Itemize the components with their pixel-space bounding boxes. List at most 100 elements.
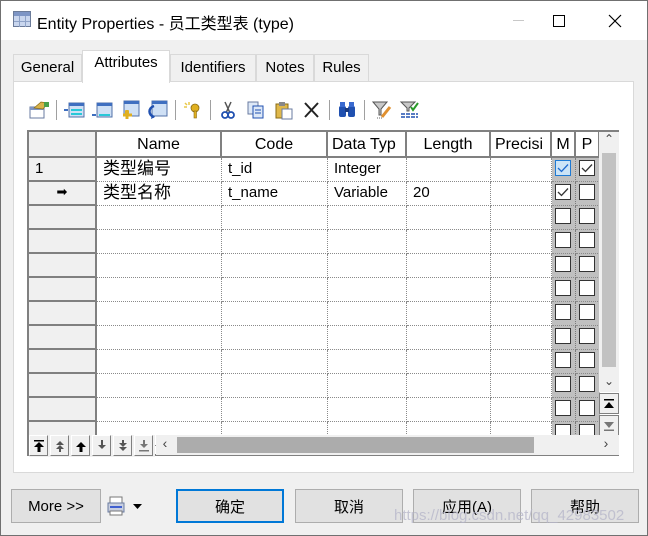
tab-identifiers[interactable]: Identifiers (170, 54, 256, 82)
paste-button[interactable] (272, 98, 296, 122)
move-page-up-button[interactable] (50, 435, 69, 456)
maximize-button[interactable] (536, 1, 582, 40)
table-row[interactable] (29, 206, 600, 230)
cell-precision[interactable] (491, 398, 552, 422)
cell-code[interactable] (222, 278, 328, 302)
scroll-right-arrow[interactable]: › (596, 435, 616, 455)
cell-name[interactable] (97, 326, 222, 350)
row-header[interactable] (29, 230, 97, 254)
cell-name[interactable]: 类型编号 (97, 158, 222, 182)
cell-length[interactable]: 20 (407, 182, 491, 206)
cell-code[interactable] (222, 302, 328, 326)
scroll-up-arrow[interactable]: ⌃ (599, 132, 619, 150)
mandatory-checkbox[interactable] (555, 304, 571, 320)
scroll-left-arrow[interactable]: ‹ (156, 435, 174, 455)
ok-button[interactable]: 确定 (176, 489, 284, 523)
move-page-down-button[interactable] (113, 435, 132, 456)
cell-precision[interactable] (491, 374, 552, 398)
primary-key-checkbox[interactable] (579, 328, 595, 344)
cell-length[interactable] (407, 230, 491, 254)
primary-key-checkbox[interactable] (579, 400, 595, 416)
table-row[interactable] (29, 326, 600, 350)
cell-name[interactable] (97, 278, 222, 302)
filter-button[interactable] (398, 98, 422, 122)
cell-data-type[interactable] (328, 278, 407, 302)
cell-data-type[interactable] (328, 374, 407, 398)
column-header-name[interactable]: Name (97, 132, 222, 158)
table-row[interactable] (29, 398, 600, 422)
table-row[interactable] (29, 374, 600, 398)
apply-button[interactable]: 应用(A) (413, 489, 521, 523)
row-header[interactable] (29, 326, 97, 350)
cell-precision[interactable] (491, 326, 552, 350)
mandatory-checkbox[interactable] (555, 352, 571, 368)
cell-data-type[interactable] (328, 398, 407, 422)
cell-data-type[interactable]: Integer (328, 158, 407, 182)
primary-key-checkbox[interactable] (579, 304, 595, 320)
row-header[interactable] (29, 278, 97, 302)
move-down-button[interactable] (92, 435, 111, 456)
cell-data-type[interactable] (328, 350, 407, 374)
cell-length[interactable] (407, 206, 491, 230)
vertical-scroll-thumb[interactable] (602, 153, 616, 367)
table-row[interactable]: 1 类型编号 t_id Integer (29, 158, 600, 182)
table-row[interactable] (29, 302, 600, 326)
horizontal-scrollbar[interactable]: ‹ › (156, 435, 619, 455)
cell-name[interactable] (97, 206, 222, 230)
cell-length[interactable] (407, 374, 491, 398)
add-attributes-button[interactable] (118, 98, 142, 122)
mandatory-checkbox[interactable] (555, 376, 571, 392)
cell-code[interactable] (222, 230, 328, 254)
column-header-precision[interactable]: Precisi (491, 132, 552, 158)
cell-code[interactable] (222, 398, 328, 422)
primary-key-checkbox[interactable] (579, 184, 595, 200)
mandatory-checkbox[interactable] (555, 280, 571, 296)
table-row[interactable] (29, 254, 600, 278)
cell-length[interactable] (407, 326, 491, 350)
cell-precision[interactable] (491, 158, 552, 182)
table-row[interactable] (29, 230, 600, 254)
cell-precision[interactable] (491, 350, 552, 374)
cell-data-type[interactable] (328, 326, 407, 350)
primary-key-checkbox[interactable] (579, 352, 595, 368)
cell-length[interactable] (407, 158, 491, 182)
find-button[interactable] (335, 98, 359, 122)
print-button[interactable] (107, 493, 153, 519)
mandatory-checkbox[interactable] (555, 400, 571, 416)
cell-precision[interactable] (491, 302, 552, 326)
more-button[interactable]: More >> (11, 489, 101, 523)
cell-name[interactable] (97, 254, 222, 278)
mandatory-checkbox[interactable] (555, 256, 571, 272)
tab-attributes[interactable]: Attributes (82, 50, 170, 83)
mandatory-checkbox[interactable] (555, 208, 571, 224)
properties-button[interactable] (27, 98, 51, 122)
row-header[interactable] (29, 374, 97, 398)
primary-key-checkbox[interactable] (579, 232, 595, 248)
dropdown-arrow-icon[interactable] (133, 503, 142, 509)
cell-precision[interactable] (491, 254, 552, 278)
table-row[interactable] (29, 350, 600, 374)
move-up-button[interactable] (71, 435, 90, 456)
cell-code[interactable]: t_id (222, 158, 328, 182)
tab-rules[interactable]: Rules (314, 54, 369, 82)
primary-key-checkbox[interactable] (579, 256, 595, 272)
cell-length[interactable] (407, 254, 491, 278)
row-header[interactable] (29, 350, 97, 374)
primary-key-checkbox[interactable] (579, 160, 595, 176)
close-button[interactable] (592, 1, 638, 40)
tab-general[interactable]: General (13, 54, 82, 82)
cell-data-type[interactable]: Variable (328, 182, 407, 206)
reuse-attributes-button[interactable] (146, 98, 170, 122)
scroll-to-bottom-button[interactable] (599, 415, 619, 436)
add-row-button[interactable] (90, 98, 114, 122)
cell-code[interactable] (222, 350, 328, 374)
cell-code[interactable] (222, 326, 328, 350)
cell-name[interactable] (97, 302, 222, 326)
column-header-code[interactable]: Code (222, 132, 328, 158)
cell-length[interactable] (407, 302, 491, 326)
cell-code[interactable] (222, 374, 328, 398)
delete-button[interactable] (300, 98, 324, 122)
primary-key-checkbox[interactable] (579, 280, 595, 296)
cell-length[interactable] (407, 398, 491, 422)
cell-precision[interactable] (491, 182, 552, 206)
